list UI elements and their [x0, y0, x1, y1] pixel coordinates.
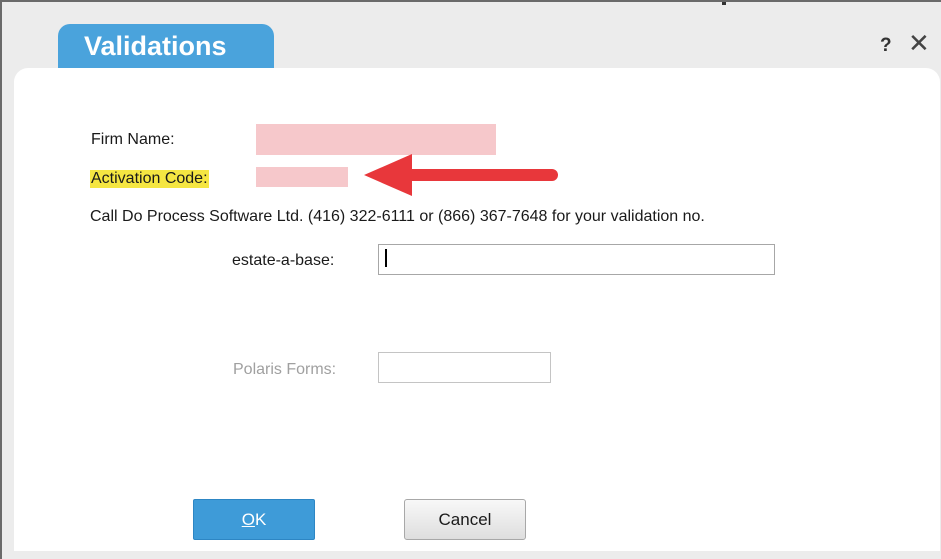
polaris-forms-label: Polaris Forms: [233, 361, 337, 378]
close-icon[interactable]: ✕ [908, 30, 930, 56]
window-edge-mark [722, 2, 726, 5]
activation-code-label: Activation Code: [90, 170, 209, 188]
help-icon[interactable]: ? [880, 35, 892, 57]
ok-button-mnemonic: O [241, 510, 255, 529]
ok-button-label: K [254, 510, 267, 529]
activation-code-redacted-value [256, 167, 348, 187]
text-caret [385, 249, 387, 267]
cancel-button[interactable]: Cancel [404, 499, 526, 540]
ok-button[interactable]: OK [193, 499, 315, 540]
firm-name-redacted-value [256, 124, 496, 155]
red-arrow-icon [364, 154, 558, 196]
polaris-forms-input[interactable] [378, 352, 551, 383]
validation-info-text: Call Do Process Software Ltd. (416) 322-… [90, 208, 705, 225]
firm-name-label: Firm Name: [91, 131, 175, 148]
estate-a-base-label: estate-a-base: [232, 252, 335, 269]
validations-dialog: Validations ? ✕ Firm Name: Activation Co… [0, 0, 941, 559]
estate-a-base-input[interactable] [378, 244, 775, 275]
